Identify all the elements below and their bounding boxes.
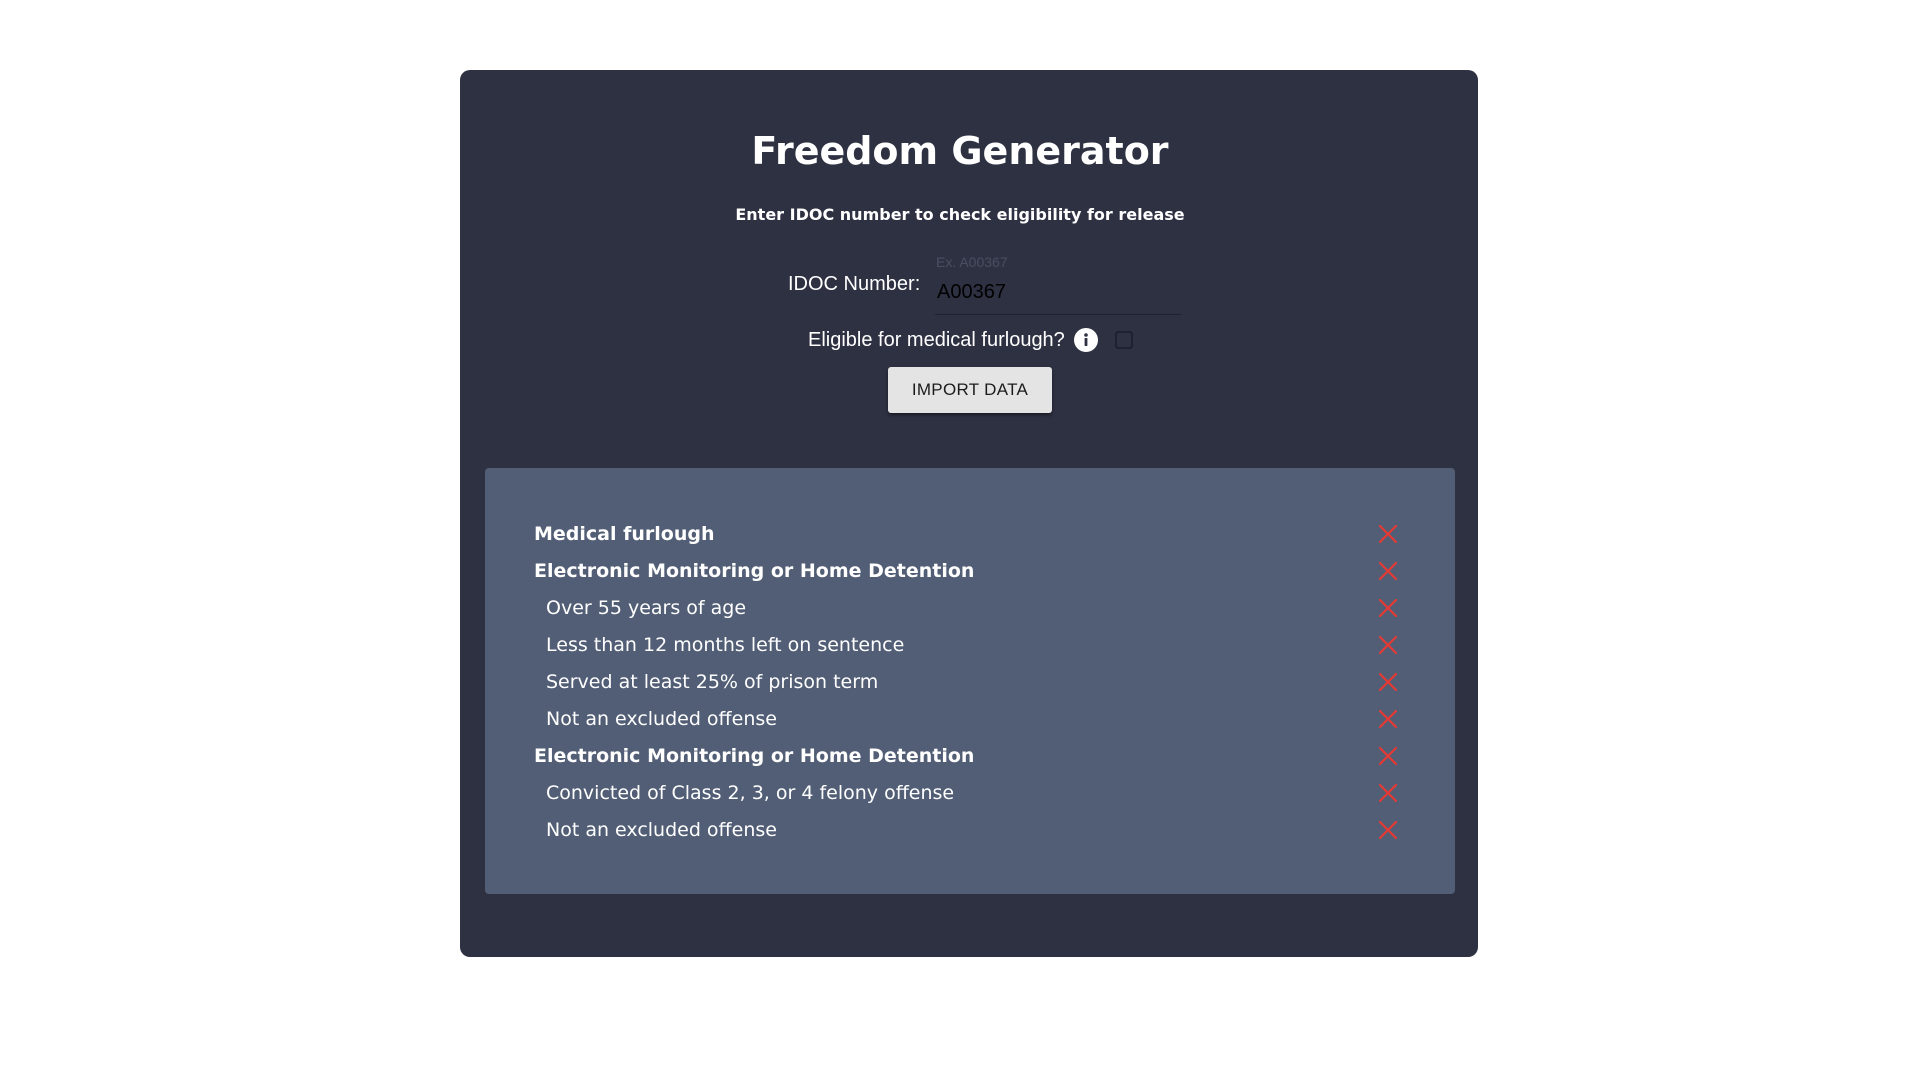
x-icon <box>1378 783 1398 803</box>
medical-furlough-row: Eligible for medical furlough? <box>808 326 1133 354</box>
result-section-label: Electronic Monitoring or Home Detention <box>534 560 975 582</box>
result-criterion-label: Served at least 25% of prison term <box>546 671 879 693</box>
page-subtitle: Enter IDOC number to check eligibility f… <box>735 205 1185 224</box>
result-criterion-row: Over 55 years of age <box>534 593 1398 623</box>
import-data-button[interactable]: IMPORT DATA <box>888 367 1052 413</box>
x-icon <box>1378 672 1398 692</box>
result-criterion-row: Not an excluded offense <box>534 704 1398 734</box>
result-criterion-label: Less than 12 months left on sentence <box>546 634 905 656</box>
page-title: Freedom Generator <box>751 129 1169 173</box>
result-section-row: Electronic Monitoring or Home Detention <box>534 556 1398 586</box>
result-criterion-row: Convicted of Class 2, 3, or 4 felony off… <box>534 778 1398 808</box>
medical-furlough-label: Eligible for medical furlough? <box>808 329 1065 351</box>
result-criterion-row: Less than 12 months left on sentence <box>534 630 1398 660</box>
idoc-number-field[interactable]: Ex. A00367 <box>935 252 1181 315</box>
result-section-label: Medical furlough <box>534 523 715 545</box>
result-section-row: Electronic Monitoring or Home Detention <box>534 741 1398 771</box>
x-icon <box>1378 746 1398 766</box>
result-criterion-label: Not an excluded offense <box>546 708 777 730</box>
x-icon <box>1378 709 1398 729</box>
result-criterion-row: Not an excluded offense <box>534 815 1398 845</box>
x-icon <box>1378 820 1398 840</box>
result-section-row: Medical furlough <box>534 519 1398 549</box>
x-icon <box>1378 598 1398 618</box>
info-circle-icon[interactable] <box>1073 328 1098 352</box>
idoc-number-input[interactable] <box>935 279 1179 305</box>
result-criterion-row: Served at least 25% of prison term <box>534 667 1398 697</box>
idoc-number-label: IDOC Number: <box>788 273 921 295</box>
result-criterion-label: Over 55 years of age <box>546 597 747 619</box>
eligibility-results-panel: Medical furlough Electronic Monitoring or… <box>485 468 1455 894</box>
x-icon <box>1378 635 1398 655</box>
x-icon <box>1378 561 1398 581</box>
result-criterion-label: Convicted of Class 2, 3, or 4 felony off… <box>546 782 955 804</box>
x-icon <box>1378 524 1398 544</box>
result-criterion-label: Not an excluded offense <box>546 819 777 841</box>
medical-furlough-checkbox[interactable] <box>1114 331 1133 349</box>
result-section-label: Electronic Monitoring or Home Detention <box>534 745 975 767</box>
idoc-number-hint: Ex. A00367 <box>936 254 1008 270</box>
